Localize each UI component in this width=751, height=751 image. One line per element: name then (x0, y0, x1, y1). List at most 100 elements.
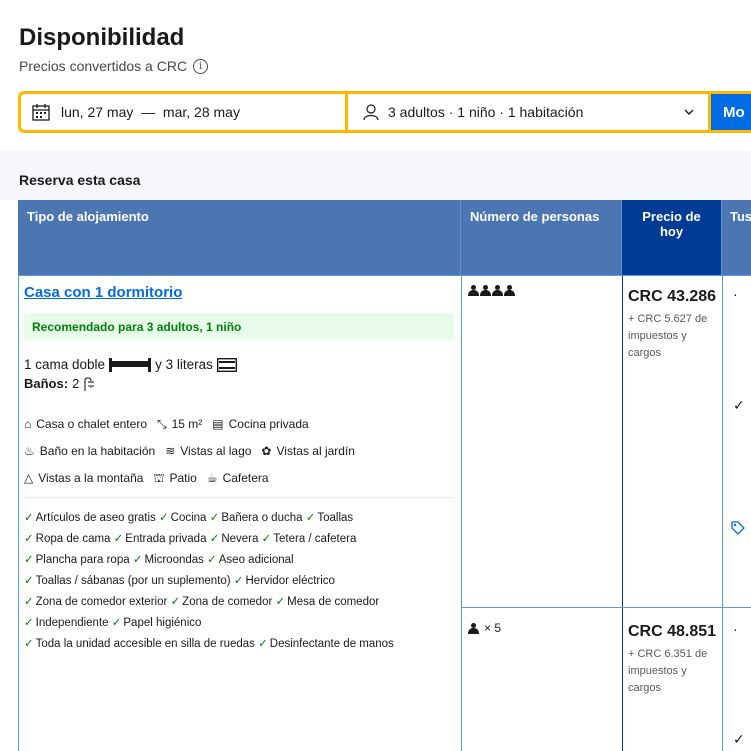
check-icon: ✓ (258, 638, 268, 650)
bed-info-mid: y 3 literas (155, 357, 213, 372)
facility-item: ⌂ Casa o chalet entero (24, 417, 147, 431)
bed-info-prefix: 1 cama doble (24, 357, 106, 372)
bunk-bed-icon (216, 357, 237, 372)
check-icon: ✓ (233, 575, 244, 587)
shower-icon (84, 376, 95, 391)
bath-info: Baños: 2 (24, 376, 96, 391)
lake-view-icon: ≋ (165, 444, 176, 458)
header-room-type: Tipo de alojamiento (18, 200, 461, 275)
tag-icon (731, 521, 745, 535)
facility-item: ▤ Cocina privada (212, 417, 309, 431)
check-icon: ✓ (305, 512, 316, 524)
check-icon: ✓ (209, 533, 220, 545)
section-title: Reserva esta casa (19, 172, 141, 188)
check-icon: ✓ (132, 554, 143, 566)
facility-item: ≋ Vistas al lago (165, 444, 252, 458)
chevron-down-icon (684, 109, 694, 115)
facilities-row: ⌂ Casa o chalet entero ⤡ 15 m² ▤ Cocina pri… (24, 417, 309, 431)
table-border-option (461, 607, 751, 608)
guests-selector[interactable]: 3 adultos · 1 niño · 1 habitación (348, 94, 708, 130)
check-icon: ✓ (24, 575, 34, 587)
check-icon: ✓ (24, 512, 34, 524)
check-icon: ✓ (207, 554, 217, 566)
facilities-row: △ Vistas a la montaña ⛫ Patio ☕ Cafetera (24, 471, 269, 485)
option-price: CRC 48.851 (628, 623, 717, 640)
facility-item: ✿ Vistas al jardín (261, 444, 355, 458)
max-persons-4 (468, 284, 516, 299)
table-border-top (18, 275, 751, 276)
check-icon: ✓ (24, 638, 34, 650)
person-icon (480, 285, 491, 296)
person-icon (468, 622, 479, 634)
table-border-left (18, 275, 19, 751)
check-icon: ✓ (159, 512, 169, 524)
facility-item: ♨ Baño en la habitación (24, 444, 156, 458)
check-icon: ✓ (261, 533, 272, 545)
bullet-icon: · (733, 286, 738, 302)
max-persons-5: × 5 (468, 621, 501, 635)
bath-icon: ♨ (24, 444, 35, 458)
table-border-col3 (722, 275, 723, 751)
check-icon: ✓ (24, 617, 34, 629)
mountain-view-icon: △ (24, 471, 34, 485)
baths-value: 2 (72, 376, 80, 391)
check-icon: ✓ (209, 512, 220, 524)
check-icon: ✓ (733, 397, 745, 413)
info-icon[interactable]: i (193, 58, 209, 74)
recommended-badge: Recomendado para 3 adultos, 1 niño (24, 313, 454, 340)
page-title: Disponibilidad (19, 24, 185, 51)
facility-item: ☕ Cafetera (206, 471, 269, 485)
header-choices: Tus (722, 200, 751, 275)
double-bed-icon (109, 357, 152, 372)
facility-item: ⛫ Patio (153, 471, 197, 485)
table-border-col1 (461, 275, 462, 751)
amenities-line: ✓ Independiente ✓ Papel higiénico (24, 617, 202, 629)
coffee-maker-icon: ☕ (206, 471, 218, 485)
option-price: CRC 43.286 (628, 288, 717, 305)
check-icon: ✓ (275, 596, 286, 608)
facilities-divider (24, 497, 454, 498)
kitchen-icon: ▤ (212, 417, 224, 431)
facility-item: ⤡ 15 m² (157, 417, 203, 431)
persons-multiplier: × 5 (484, 621, 502, 635)
person-icon (363, 104, 379, 121)
check-icon: ✓ (24, 533, 34, 545)
room-name-link[interactable]: Casa con 1 dormitorio (24, 284, 182, 301)
currency-note-text: Precios convertidos a CRC (19, 58, 188, 74)
garden-view-icon: ✿ (261, 444, 272, 458)
check-icon: ✓ (113, 533, 124, 545)
facility-item: △ Vistas a la montaña (24, 471, 144, 485)
facilities-row: ♨ Baño en la habitación ≋ Vistas al lago ✿… (24, 444, 355, 458)
table-border-col2 (622, 275, 623, 751)
check-icon: ✓ (733, 731, 745, 747)
guests-text: 3 adultos · 1 niño · 1 habitación (388, 104, 584, 120)
calendar-icon (32, 104, 50, 121)
amenities-line: ✓ Artículos de aseo gratis ✓ Cocina ✓ Bañer… (24, 512, 354, 524)
house-icon: ⌂ (24, 417, 32, 431)
date-range-text: lun, 27 may — mar, 28 may (61, 104, 240, 120)
amenities-line: ✓ Plancha para ropa ✓ Microondas ✓ Aseo adi… (24, 554, 294, 566)
amenities-line: ✓ Toallas / sábanas (por un suplemento) ✓… (24, 575, 335, 587)
currency-note: Precios convertidos a CRC i (19, 58, 209, 74)
amenities-line: ✓ Ropa de cama ✓ Entrada privada ✓ Nevera ✓… (24, 533, 357, 545)
check-icon: ✓ (24, 596, 34, 608)
check-icon: ✓ (170, 596, 181, 608)
modify-search-button[interactable]: Mo (711, 94, 751, 130)
amenities-line: ✓ Toda la unidad accesible en silla de ru… (24, 638, 394, 650)
person-icon (468, 285, 479, 296)
baths-label: Baños: (24, 376, 69, 391)
bed-info: 1 cama doble y 3 literas (24, 357, 237, 372)
date-picker[interactable]: lun, 27 may — mar, 28 may (21, 94, 345, 130)
option-taxes: + CRC 5.627 de impuestos y cargos (628, 313, 708, 359)
check-icon: ✓ (24, 554, 34, 566)
person-icon (492, 285, 503, 296)
area-icon: ⤡ (157, 417, 167, 431)
header-price: Precio de hoy (622, 200, 722, 275)
amenities-line: ✓ Zona de comedor exterior ✓ Zona de comed… (24, 596, 380, 608)
patio-icon: ⛫ (153, 471, 165, 485)
option-taxes: + CRC 6.351 de impuestos y cargos (628, 648, 708, 694)
person-icon (504, 285, 515, 296)
bullet-icon: · (733, 621, 738, 637)
check-icon: ✓ (111, 617, 122, 629)
header-persons: Número de personas (461, 200, 622, 275)
